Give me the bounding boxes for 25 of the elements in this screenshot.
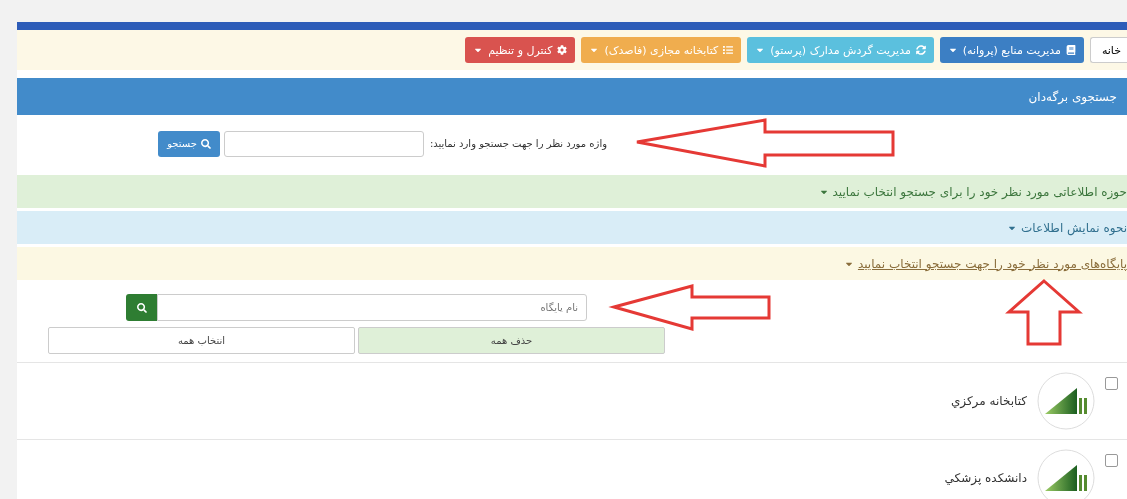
book-icon [1066, 45, 1076, 55]
search-button[interactable]: جستجو [158, 130, 220, 157]
search-label: واژه مورد نظر را جهت جستجو وارد نمایید: [429, 138, 607, 149]
section-toggle[interactable]: نحوه نمایش اطلاعات [1007, 220, 1127, 235]
settings-icon [557, 45, 568, 55]
search-field[interactable]: خانه [1090, 37, 1127, 63]
library-name[interactable]: دانشکده پزشکي [944, 471, 1027, 485]
list-icon [723, 45, 734, 55]
refresh-icon [915, 45, 926, 55]
checkbox[interactable] [1105, 377, 1118, 390]
base-search-field[interactable]: نام پایگاه [157, 294, 587, 321]
menu-button[interactable]: کنترل و تنظیم [465, 37, 576, 63]
toggle-button[interactable]: حذف همه [358, 327, 665, 354]
search-icon [200, 138, 211, 149]
library-name[interactable]: کتابخانه مرکزي [950, 394, 1027, 408]
search-button[interactable] [126, 294, 157, 321]
library-logo [1037, 372, 1095, 430]
toggle-button[interactable]: انتخاب همه [48, 327, 355, 354]
search-field[interactable] [223, 130, 424, 157]
checkbox[interactable] [1105, 454, 1118, 467]
section-toggle[interactable]: پایگاه‌های مورد نظر خود را جهت جستجو انتخاب نمایید [843, 256, 1127, 271]
search-icon [136, 302, 147, 313]
panel-title: جستجوی برگه‌دان [1028, 89, 1117, 104]
menu-button[interactable]: مدیریت منابع (پروانه) [939, 37, 1084, 63]
section-toggle[interactable]: حوزه اطلاعاتی مورد نظر خود را برای جستجو انتخاب نمایید [818, 184, 1127, 199]
